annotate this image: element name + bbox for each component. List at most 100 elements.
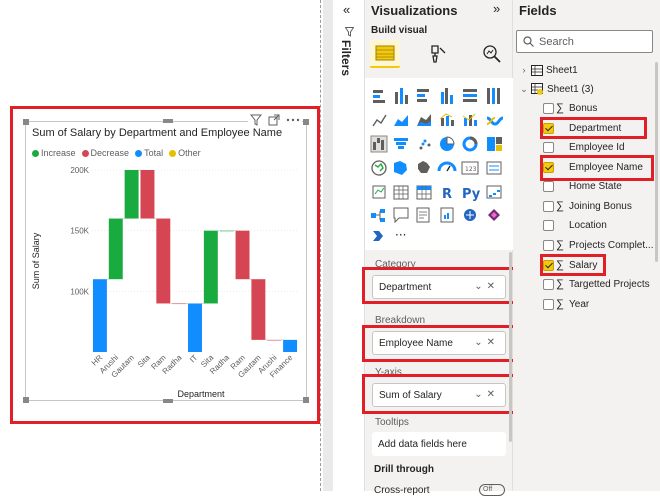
search-placeholder: Search bbox=[539, 35, 574, 48]
waterfall-bar bbox=[140, 170, 155, 219]
checkbox[interactable] bbox=[543, 239, 554, 251]
waterfall-bar bbox=[156, 218, 171, 304]
chevron-right-icon[interactable]: › bbox=[519, 65, 529, 75]
power-automate-icon bbox=[373, 231, 383, 241]
build-visual-button[interactable] bbox=[370, 40, 400, 68]
x-axis-title: Department bbox=[177, 389, 225, 399]
analytics-button[interactable] bbox=[477, 40, 507, 68]
table-icon bbox=[531, 64, 543, 76]
svg-text:···: ··· bbox=[395, 228, 406, 242]
paginated-report-icon bbox=[440, 207, 454, 223]
arcgis-map-icon bbox=[464, 209, 476, 221]
checkbox[interactable] bbox=[543, 141, 554, 153]
field-name: Home State bbox=[569, 180, 622, 192]
scatter-icon bbox=[419, 139, 431, 150]
stacked-area-icon bbox=[417, 114, 431, 126]
table-build-icon bbox=[375, 45, 395, 61]
field-controls[interactable]: ⌄✕ bbox=[474, 337, 499, 348]
y-tick-label: 100K bbox=[70, 287, 89, 296]
field-controls[interactable]: ⌄✕ bbox=[474, 389, 499, 400]
waterfall-bar bbox=[172, 303, 187, 305]
table-name: Sheet1 (3) bbox=[547, 83, 594, 95]
canvas-margin bbox=[323, 0, 333, 491]
checkbox[interactable] bbox=[543, 278, 554, 290]
field-name: Bonus bbox=[569, 102, 598, 114]
y-tick-label: 200K bbox=[70, 166, 89, 175]
kpi-icon bbox=[372, 185, 386, 199]
table-row-sheet1[interactable]: › Sheet1 bbox=[519, 61, 578, 79]
field-row-location[interactable]: Location bbox=[543, 216, 607, 234]
line-chart-icon bbox=[372, 114, 387, 127]
field-row-targetted-projects[interactable]: ∑ Targetted Projects bbox=[543, 275, 650, 293]
y-axis-field: Sum of Salary bbox=[379, 389, 442, 401]
field-row-bonus[interactable]: ∑ Bonus bbox=[543, 99, 597, 117]
field-row-projects-completed[interactable]: ∑ Projects Complet... bbox=[543, 236, 653, 254]
breakdown-well[interactable]: Employee Name ⌄✕ bbox=[372, 331, 506, 355]
cross-report-toggle[interactable]: Off bbox=[479, 484, 505, 496]
field-row-joining-bonus[interactable]: ∑ Joining Bonus bbox=[543, 197, 632, 215]
checkbox[interactable] bbox=[543, 219, 554, 231]
treemap-icon bbox=[487, 137, 502, 151]
key-influencers-icon bbox=[486, 185, 502, 199]
ribbon-chart-icon bbox=[486, 116, 504, 126]
waterfall-bar bbox=[251, 279, 266, 340]
stacked-column-icon bbox=[395, 88, 408, 104]
area-chart-icon bbox=[394, 115, 408, 126]
sigma-icon: ∑ bbox=[556, 278, 564, 290]
analytics-magnifier-icon bbox=[483, 45, 501, 63]
filter-funnel-icon[interactable] bbox=[344, 27, 355, 40]
field-name: Employee Id bbox=[569, 141, 625, 153]
line-clustered-column-icon bbox=[439, 113, 454, 126]
sigma-icon: ∑ bbox=[556, 200, 564, 212]
python-visual-icon: Py bbox=[462, 187, 481, 202]
fields-pane: Fields Search › Sheet1 ⌄ Sheet1 (3) ∑ Bo… bbox=[513, 0, 660, 491]
smart-narrative-icon bbox=[416, 207, 430, 223]
matrix-icon bbox=[416, 185, 432, 200]
format-visual-button[interactable] bbox=[423, 40, 453, 68]
tooltips-well[interactable]: Add data fields here bbox=[372, 432, 506, 456]
waterfall-bar bbox=[92, 279, 107, 352]
stacked-bar-icon bbox=[373, 90, 385, 103]
field-row-employee-id[interactable]: Employee Id bbox=[543, 138, 625, 156]
field-row-year[interactable]: ∑ Year bbox=[543, 295, 589, 313]
waterfall-bar bbox=[124, 170, 139, 219]
search-icon bbox=[523, 36, 534, 47]
waterfall-bar bbox=[235, 230, 250, 280]
qa-visual-icon bbox=[393, 207, 409, 224]
waterfall-bar bbox=[108, 218, 123, 280]
collapse-filters-icon[interactable]: « bbox=[343, 2, 350, 17]
paintbrush-icon bbox=[431, 45, 446, 63]
waterfall-visual[interactable]: Sum of Salary by Department and Employee… bbox=[23, 114, 309, 403]
visualizations-title: Visualizations bbox=[371, 3, 458, 18]
checkbox[interactable] bbox=[543, 180, 554, 192]
visual-type-icons[interactable]: 123 R Py ··· bbox=[365, 78, 513, 250]
table-checked-icon bbox=[531, 83, 543, 95]
field-name: Projects Complet... bbox=[569, 239, 654, 251]
checkbox[interactable] bbox=[543, 298, 554, 310]
y-axis-well[interactable]: Sum of Salary ⌄✕ bbox=[372, 383, 506, 407]
chevron-down-icon[interactable]: ⌄ bbox=[519, 84, 529, 95]
clustered-bar-icon bbox=[417, 89, 429, 102]
category-well[interactable]: Department ⌄✕ bbox=[372, 275, 506, 299]
card-icon: 123 bbox=[461, 161, 479, 175]
checkbox[interactable] bbox=[543, 200, 554, 212]
scrollbar[interactable] bbox=[655, 62, 658, 262]
checkbox[interactable] bbox=[543, 102, 554, 114]
pie-chart-icon bbox=[440, 136, 455, 151]
more-visuals-icon: ··· bbox=[395, 228, 406, 242]
expand-pane-icon[interactable]: » bbox=[493, 1, 500, 16]
field-controls[interactable]: ⌄✕ bbox=[474, 281, 499, 292]
field-name: Year bbox=[569, 298, 590, 310]
search-input[interactable]: Search bbox=[516, 30, 653, 53]
multi-row-card-icon bbox=[486, 161, 502, 175]
table-icon bbox=[393, 185, 409, 200]
filters-label[interactable]: Filters bbox=[339, 40, 353, 76]
field-name: Location bbox=[569, 219, 607, 231]
breakdown-field: Employee Name bbox=[379, 337, 453, 349]
funnel-icon bbox=[394, 138, 408, 149]
y-axis-title: Sum of Salary bbox=[31, 232, 41, 289]
100-column-icon bbox=[487, 88, 500, 104]
scrollbar[interactable] bbox=[509, 252, 512, 442]
table-row-sheet1-3[interactable]: ⌄ Sheet1 (3) bbox=[519, 80, 594, 98]
chart-plot: 100K150K200KSum of SalaryHRArushiGautam S… bbox=[31, 166, 298, 399]
